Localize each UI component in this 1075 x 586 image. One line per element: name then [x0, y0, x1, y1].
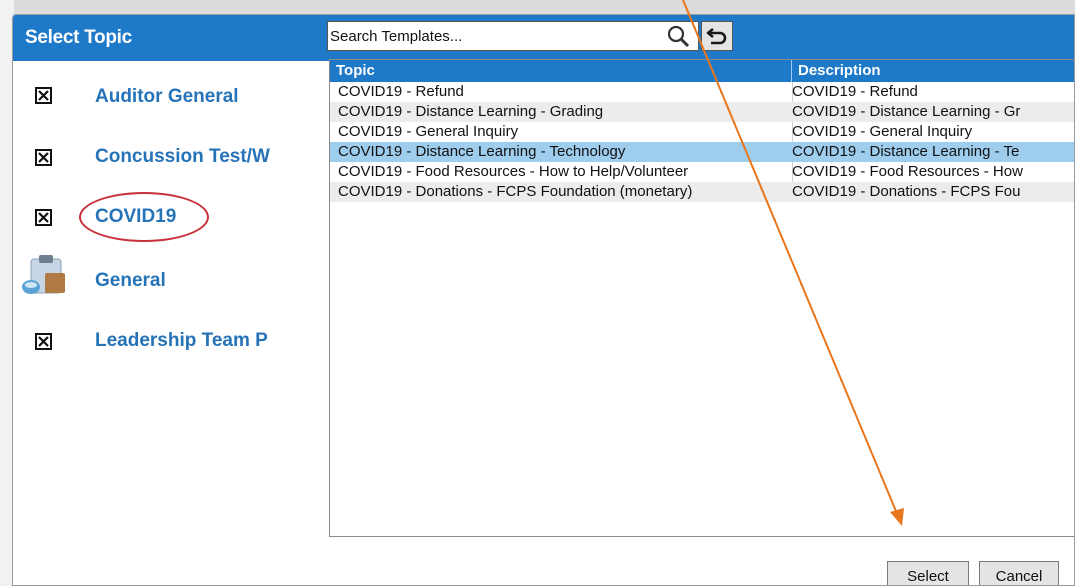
cell-description: COVID19 - Donations - FCPS Fou: [792, 183, 1021, 200]
column-header-topic[interactable]: Topic: [330, 60, 792, 82]
cell-description: COVID19 - General Inquiry: [792, 123, 973, 140]
cancel-button[interactable]: Cancel: [979, 561, 1059, 585]
cell-topic: COVID19 - General Inquiry: [338, 123, 519, 140]
search-templates-box[interactable]: [327, 21, 699, 51]
cell-description: COVID19 - Food Resources - How: [792, 163, 1023, 180]
cell-description: COVID19 - Distance Learning - Te: [792, 143, 1020, 160]
cell-topic: COVID19 - Distance Learning - Technology: [338, 143, 626, 160]
topic-item-auditor-general[interactable]: Auditor General: [13, 77, 313, 127]
table-row[interactable]: COVID19 - General Inquiry COVID19 - Gene…: [330, 122, 1074, 142]
x-box-icon: [35, 87, 52, 104]
table-row[interactable]: COVID19 - Donations - FCPS Foundation (m…: [330, 182, 1074, 202]
topic-label: General: [95, 270, 166, 291]
select-button[interactable]: Select: [887, 561, 969, 585]
cell-topic: COVID19 - Refund: [338, 83, 464, 100]
table-row-selected[interactable]: COVID19 - Distance Learning - Technology…: [330, 142, 1074, 162]
dialog-titlebar: Select Topic: [13, 15, 1074, 61]
table-row[interactable]: COVID19 - Distance Learning - Grading CO…: [330, 102, 1074, 122]
x-box-icon: [35, 209, 52, 226]
search-icon[interactable]: [666, 24, 692, 48]
cell-topic: COVID19 - Donations - FCPS Foundation (m…: [338, 183, 693, 200]
topic-label: Auditor General: [95, 86, 239, 107]
topic-label: Concussion Test/W: [95, 146, 270, 167]
select-topic-dialog: Select Topic Auditor: [12, 14, 1075, 586]
dialog-title: Select Topic: [25, 27, 132, 48]
clipboard-icon: [21, 249, 67, 302]
table-row[interactable]: COVID19 - Food Resources - How to Help/V…: [330, 162, 1074, 182]
topic-item-concussion-test[interactable]: Concussion Test/W: [13, 137, 313, 187]
table-row[interactable]: COVID19 - Refund COVID19 - Refund: [330, 82, 1074, 102]
cell-description: COVID19 - Refund: [792, 83, 918, 100]
topic-item-leadership-team[interactable]: Leadership Team P: [13, 321, 313, 371]
cell-topic: COVID19 - Distance Learning - Grading: [338, 103, 604, 120]
search-input[interactable]: [330, 23, 650, 49]
x-box-icon: [35, 149, 52, 166]
reset-search-button[interactable]: [701, 21, 733, 51]
highlight-circle: [79, 192, 209, 242]
topic-label: Leadership Team P: [95, 330, 268, 351]
column-header-description[interactable]: Description: [792, 60, 1074, 82]
topic-item-general[interactable]: General: [13, 255, 313, 311]
cell-topic: COVID19 - Food Resources - How to Help/V…: [338, 163, 689, 180]
templates-grid: Topic Description COVID19 - Refund COVID…: [329, 59, 1074, 537]
x-box-icon: [35, 333, 52, 350]
grid-header: Topic Description: [330, 60, 1074, 82]
cell-description: COVID19 - Distance Learning - Gr: [792, 103, 1021, 120]
